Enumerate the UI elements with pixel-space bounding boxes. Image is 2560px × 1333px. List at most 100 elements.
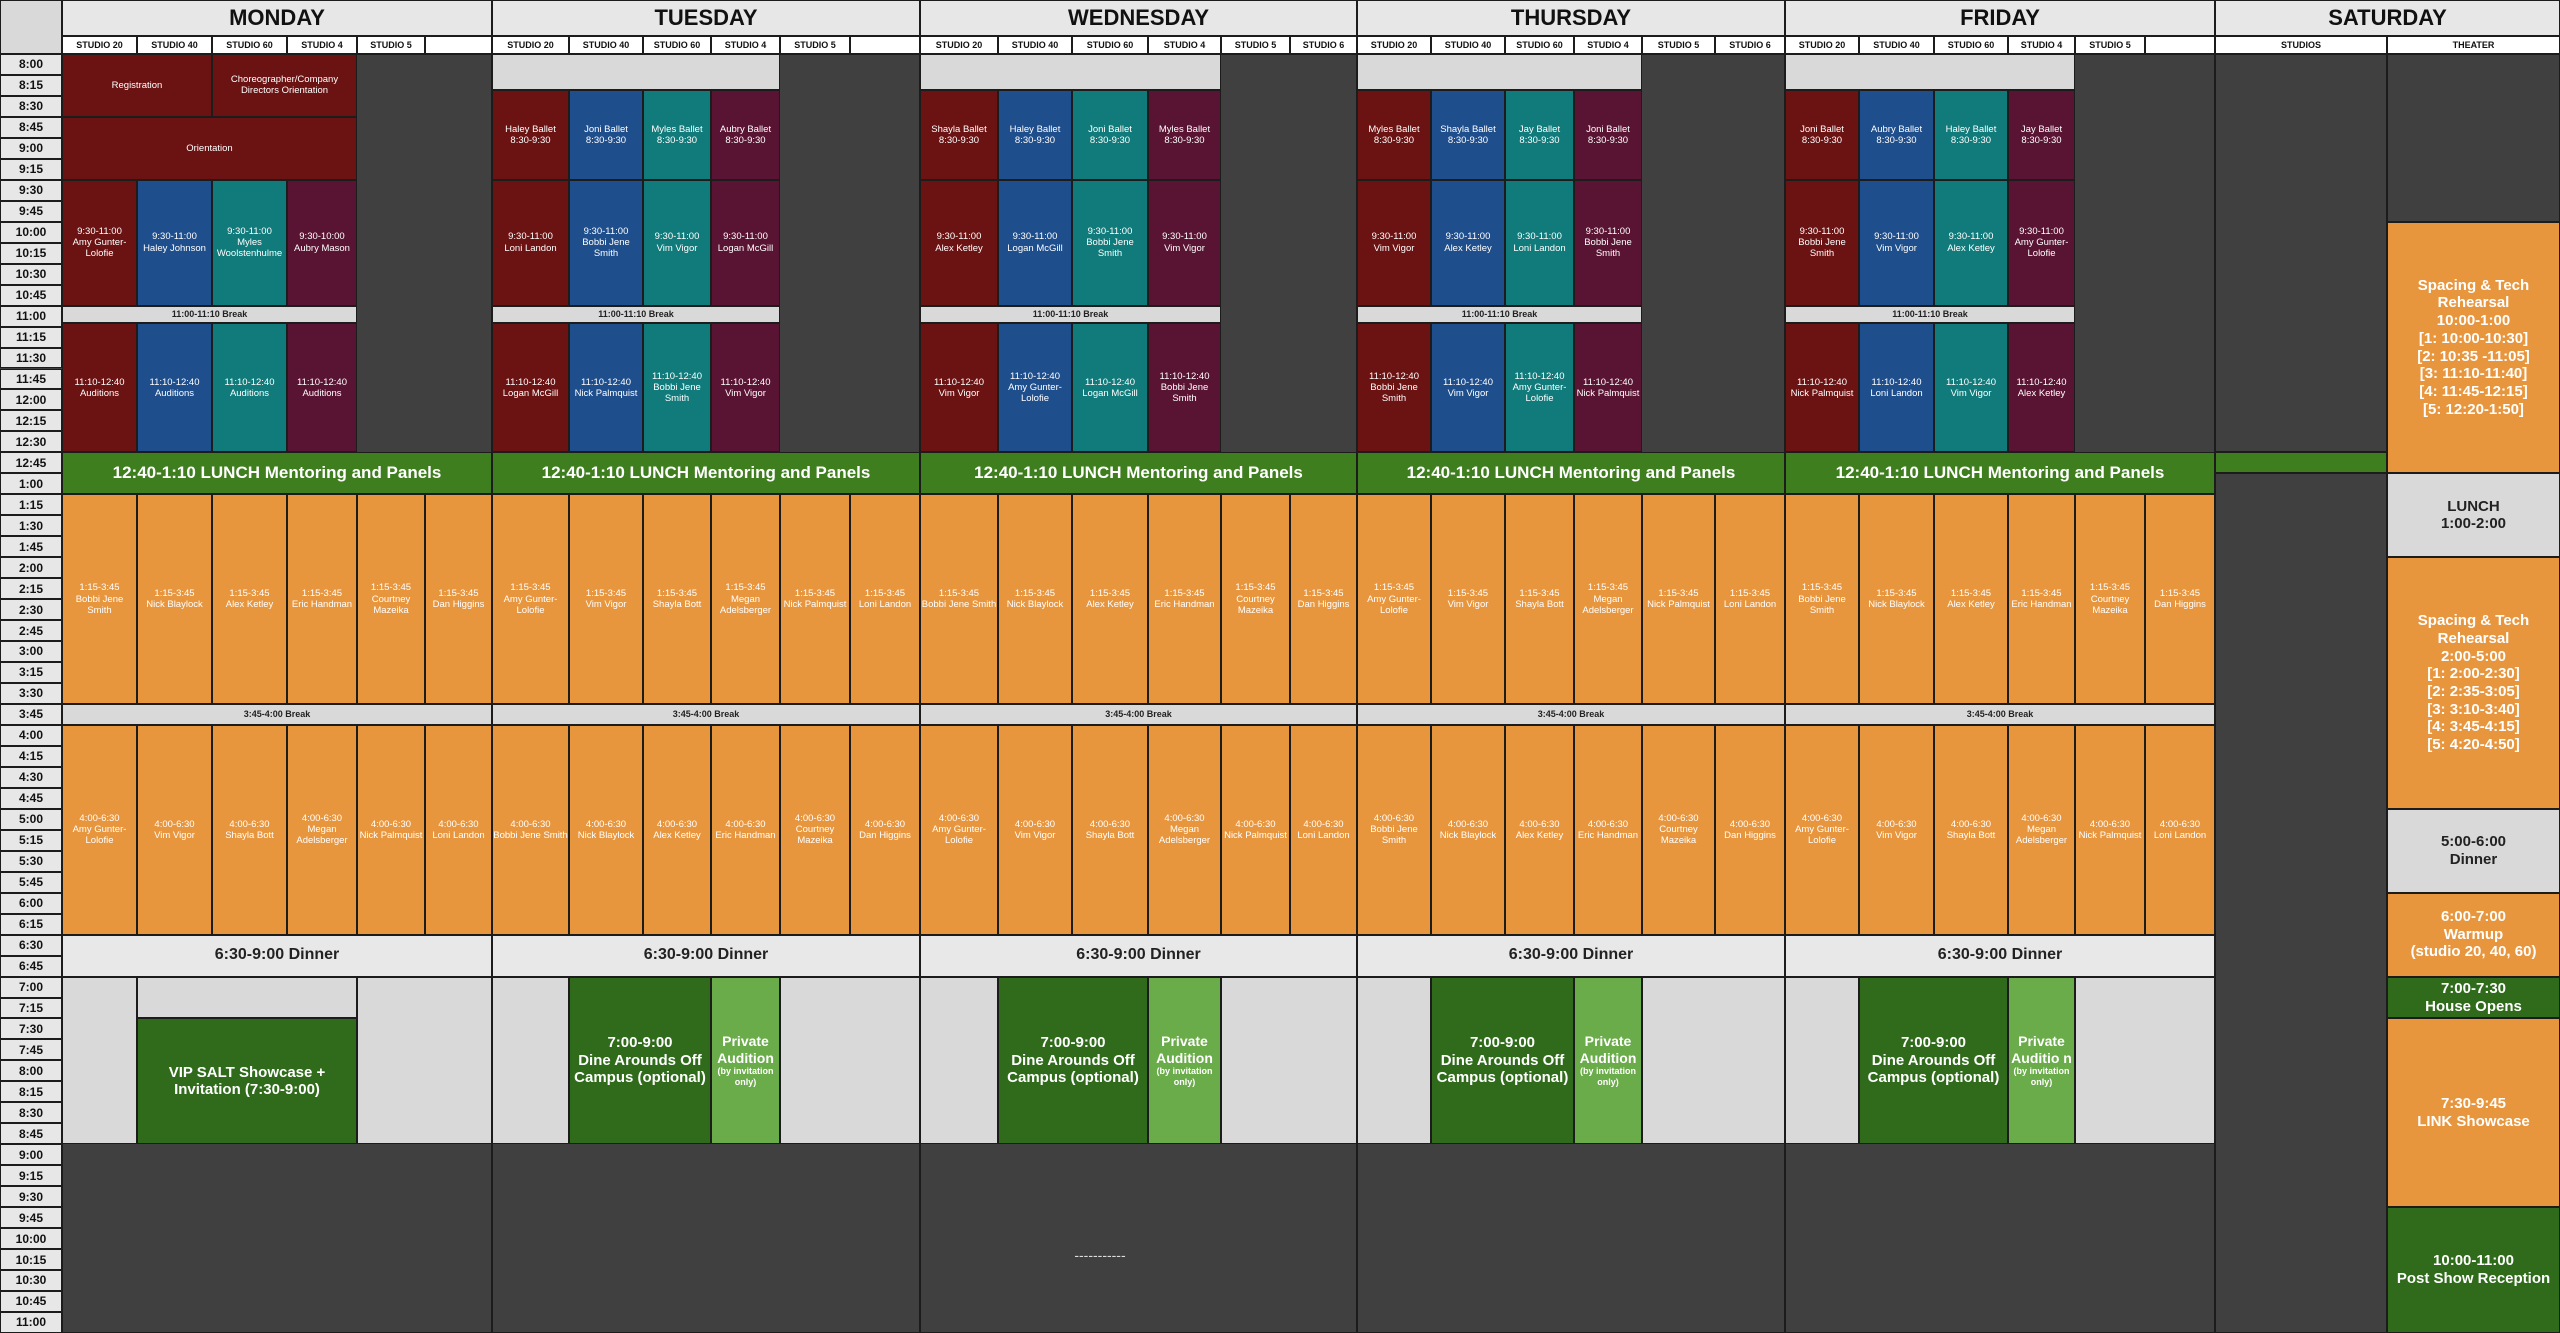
time-slot: 11:00 bbox=[0, 305, 62, 327]
day-header-thursday: THURSDAY bbox=[1357, 0, 1785, 36]
afternoon-class: 1:15-3:45 Courtney Mazeika bbox=[357, 494, 425, 704]
house-opens-block: 7:00-7:30 House Opens bbox=[2387, 976, 2560, 1019]
empty-slot bbox=[492, 976, 569, 1145]
time-slot: 7:30 bbox=[0, 1018, 62, 1040]
class-block: 11:10-12:40 Vim Vigor bbox=[920, 323, 998, 453]
dine-around-block: 7:00-9:00 Dine Arounds Off Campus (optio… bbox=[569, 976, 711, 1145]
afternoon-class: 1:15-3:45 Vim Vigor bbox=[569, 494, 643, 704]
private-audition-note: (by invitation only) bbox=[717, 1066, 774, 1087]
afternoon-class: 1:15-3:45 Alex Ketley bbox=[212, 494, 287, 704]
studio-header: STUDIO 5 bbox=[2075, 36, 2145, 54]
empty-slot bbox=[137, 976, 357, 1019]
time-slot: 1:30 bbox=[0, 515, 62, 537]
afternoon-class: 1:15-3:45 Loni Landon bbox=[1715, 494, 1785, 704]
afternoon-class: 4:00-6:30 Nick Palmquist bbox=[1221, 724, 1290, 935]
day-header-saturday: SATURDAY bbox=[2215, 0, 2560, 36]
afternoon-class: 1:15-3:45 Vim Vigor bbox=[1431, 494, 1505, 704]
time-slot: 8:00 bbox=[0, 54, 62, 75]
time-slot: 2:45 bbox=[0, 620, 62, 642]
empty-slot bbox=[62, 976, 137, 1145]
afternoon-class: 4:00-6:30 Alex Ketley bbox=[643, 724, 711, 935]
time-slot: 7:00 bbox=[0, 976, 62, 998]
private-audition-note: (by invitation only) bbox=[1156, 1066, 1213, 1087]
time-slot: 7:45 bbox=[0, 1039, 62, 1061]
afternoon-class: 4:00-6:30 Bobbi Jene Smith bbox=[492, 724, 569, 935]
class-block: 11:10-12:40 Amy Gunter-Lolofie bbox=[1505, 323, 1574, 453]
break-bar: 11:00-11:10 Break bbox=[1785, 305, 2075, 324]
break-bar: 11:00-11:10 Break bbox=[920, 305, 1221, 324]
empty-slot bbox=[1785, 54, 2075, 90]
time-slot: 1:15 bbox=[0, 494, 62, 516]
time-slot: 4:00 bbox=[0, 724, 62, 746]
time-slot: 11:15 bbox=[0, 326, 62, 348]
studio-header: STUDIO 40 bbox=[1859, 36, 1934, 54]
ballet-block: Haley Ballet 8:30-9:30 bbox=[1934, 89, 2008, 180]
time-slot: 10:30 bbox=[0, 263, 62, 285]
time-slot: 8:30 bbox=[0, 95, 62, 117]
afternoon-class: 1:15-3:45 Bobbi Jene Smith bbox=[1785, 494, 1859, 704]
time-slot: 9:00 bbox=[0, 137, 62, 159]
time-slot: 12:15 bbox=[0, 410, 62, 432]
time-slot: 5:00 bbox=[0, 808, 62, 830]
afternoon-class: 4:00-6:30 Courtney Mazeika bbox=[1642, 724, 1715, 935]
afternoon-class: 4:00-6:30 Megan Adelsberger bbox=[2008, 724, 2075, 935]
class-block: 9:30-11:00 Vim Vigor bbox=[1148, 179, 1221, 306]
afternoon-class: 1:15-3:45 Dan Higgins bbox=[2145, 494, 2215, 704]
class-block: 9:30-10:00 Aubry Mason bbox=[287, 179, 357, 306]
schedule-grid: 8:00 8:15 8:30 8:45 9:00 9:15 9:30 9:45 10:00 10:… bbox=[0, 0, 2560, 1333]
theater-empty bbox=[2387, 54, 2560, 222]
dinner-bar: 6:30-9:00 Dinner bbox=[492, 934, 920, 977]
time-slot: 6:45 bbox=[0, 955, 62, 977]
ballet-block: Jay Ballet 8:30-9:30 bbox=[2008, 89, 2075, 180]
time-slot: 11:30 bbox=[0, 347, 62, 369]
class-block: 11:10-12:40 Bobbi Jene Smith bbox=[1357, 323, 1431, 453]
time-slot: 7:15 bbox=[0, 997, 62, 1019]
studio-header: STUDIO 20 bbox=[62, 36, 137, 54]
time-slot: 1:00 bbox=[0, 473, 62, 495]
time-slot: 3:15 bbox=[0, 662, 62, 683]
time-slot: 5:15 bbox=[0, 829, 62, 851]
empty-slot bbox=[920, 976, 998, 1145]
class-block: 9:30-11:00 Loni Landon bbox=[1505, 179, 1574, 306]
time-slot: 2:30 bbox=[0, 599, 62, 621]
class-block: 9:30-11:00 Alex Ketley bbox=[1934, 179, 2008, 306]
class-block: 9:30-11:00 Bobbi Jene Smith bbox=[1574, 179, 1642, 306]
afternoon-class: 4:00-6:30 Megan Adelsberger bbox=[287, 724, 357, 935]
empty-slot bbox=[780, 976, 920, 1145]
afternoon-class: 1:15-3:45 Nick Blaylock bbox=[137, 494, 212, 704]
studio-header: STUDIO 40 bbox=[137, 36, 212, 54]
time-slot: 8:45 bbox=[0, 1123, 62, 1145]
afternoon-class: 1:15-3:45 Bobbi Jene Smith bbox=[62, 494, 137, 704]
time-slot: 6:30 bbox=[0, 934, 62, 956]
studio-header: STUDIO 6 bbox=[1715, 36, 1785, 54]
afternoon-class: 4:00-6:30 Bobbi Jene Smith bbox=[1357, 724, 1431, 935]
time-slot: 9:30 bbox=[0, 179, 62, 201]
studio-header: STUDIO 5 bbox=[1221, 36, 1290, 54]
time-slot: 1:45 bbox=[0, 536, 62, 558]
afternoon-class: 4:00-6:30 Alex Ketley bbox=[1505, 724, 1574, 935]
time-slot: 10:15 bbox=[0, 242, 62, 264]
empty-slot bbox=[1357, 54, 1642, 90]
day-header-friday: FRIDAY bbox=[1785, 0, 2215, 36]
class-block: 11:10-12:40 Logan McGill bbox=[1072, 323, 1148, 453]
class-block: 9:30-11:00 Amy Gunter-Lolofie bbox=[62, 179, 137, 306]
time-slot: 6:00 bbox=[0, 892, 62, 914]
afternoon-class: 4:00-6:30 Amy Gunter-Lolofie bbox=[920, 724, 998, 935]
time-slot: 9:15 bbox=[0, 1165, 62, 1187]
studio-header: STUDIO 60 bbox=[212, 36, 287, 54]
time-slot: 10:45 bbox=[0, 1291, 62, 1313]
afternoon-class: 4:00-6:30 Amy Gunter-Lolofie bbox=[1785, 724, 1859, 935]
time-slot: 8:15 bbox=[0, 1081, 62, 1103]
class-block: 9:30-11:00 Vim Vigor bbox=[1357, 179, 1431, 306]
studio-header: STUDIO 20 bbox=[920, 36, 998, 54]
dinner-bar: 6:30-9:00 Dinner bbox=[1357, 934, 1785, 977]
link-showcase-block: 7:30-9:45 LINK Showcase bbox=[2387, 1018, 2560, 1208]
afternoon-class: 1:15-3:45 Megan Adelsberger bbox=[1574, 494, 1642, 704]
afternoon-class: 1:15-3:45 Alex Ketley bbox=[1072, 494, 1148, 704]
studios-column bbox=[2215, 54, 2387, 453]
studio-header: THEATER bbox=[2387, 36, 2560, 54]
class-block: 9:30-11:00 Amy Gunter-Lolofie bbox=[2008, 179, 2075, 306]
time-slot: 8:15 bbox=[0, 74, 62, 96]
lunch-bar: 12:40-1:10 LUNCH Mentoring and Panels bbox=[62, 452, 492, 495]
time-slot: 11:00 bbox=[0, 1312, 62, 1333]
